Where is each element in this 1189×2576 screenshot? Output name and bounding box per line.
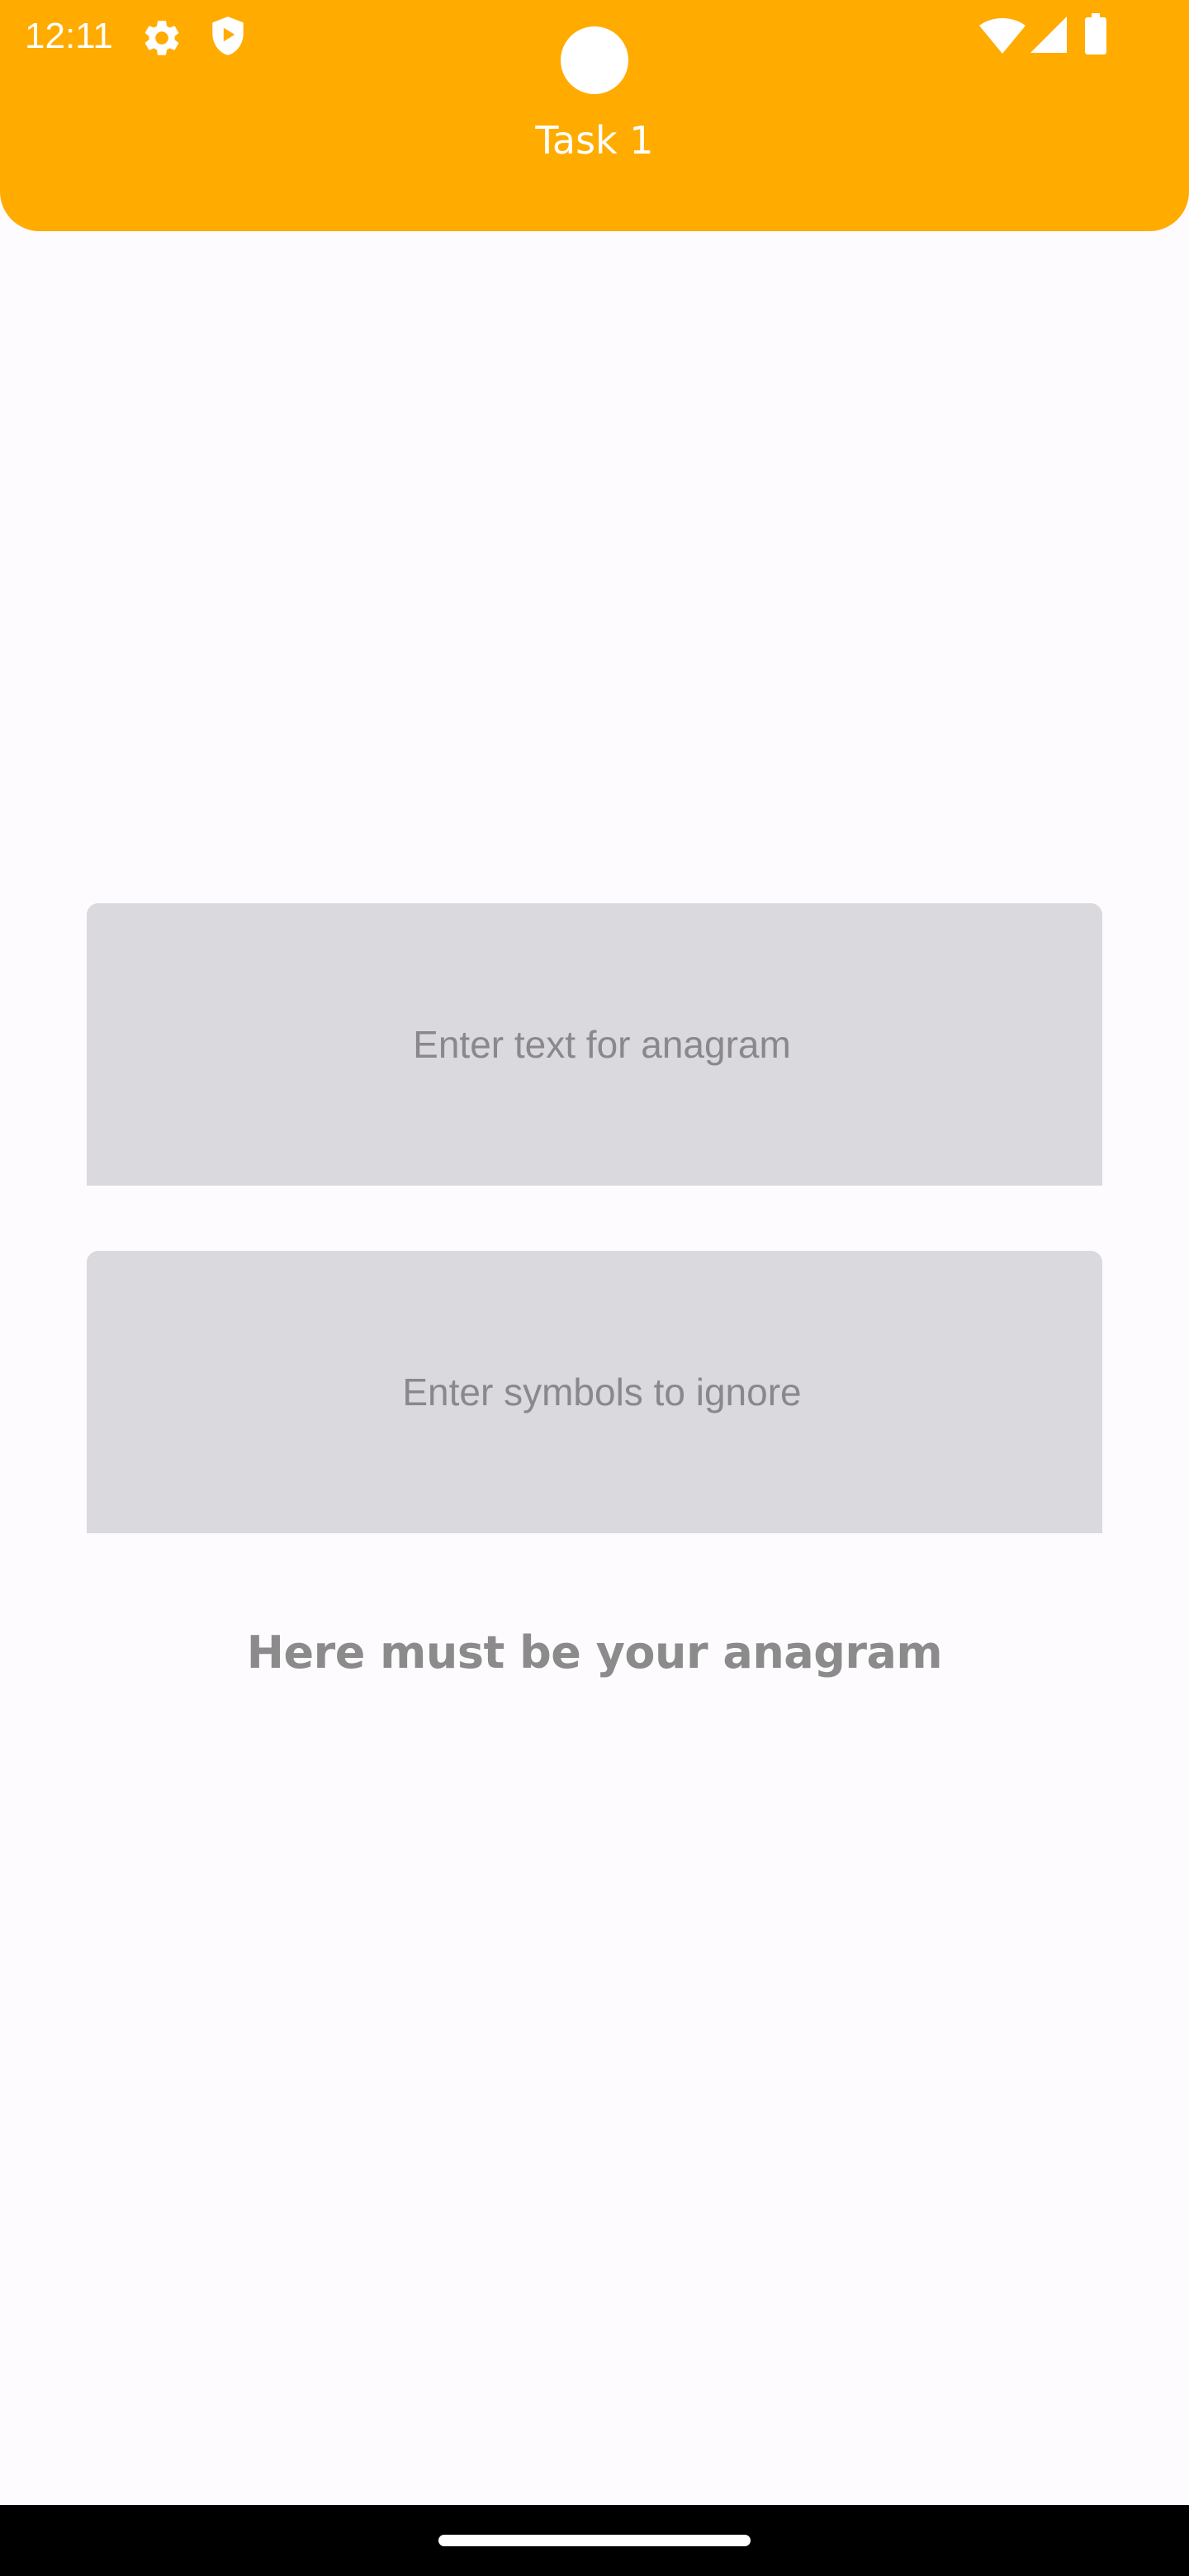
- anagram-text-field[interactable]: [87, 903, 1102, 1186]
- home-gesture-handle[interactable]: [438, 2535, 751, 2546]
- anagram-result-text: Here must be your anagram: [246, 1627, 943, 1679]
- wifi-icon: [979, 18, 1026, 54]
- anagram-input[interactable]: [87, 903, 1102, 1186]
- app-screen: 12:11 Task 1 Her: [0, 0, 1189, 2505]
- navigation-bar: [0, 2505, 1189, 2576]
- page-title: Task 1: [535, 118, 654, 163]
- battery-icon: [1085, 13, 1106, 54]
- gear-icon: [144, 21, 179, 55]
- camera-cutout: [561, 26, 628, 94]
- status-time: 12:11: [25, 16, 113, 56]
- ignore-symbols-input[interactable]: [87, 1251, 1102, 1533]
- shield-play-icon: [212, 17, 244, 55]
- ignore-symbols-text-field[interactable]: [87, 1251, 1102, 1533]
- app-bar: 12:11 Task 1: [0, 0, 1189, 231]
- signal-icon: [1030, 17, 1067, 53]
